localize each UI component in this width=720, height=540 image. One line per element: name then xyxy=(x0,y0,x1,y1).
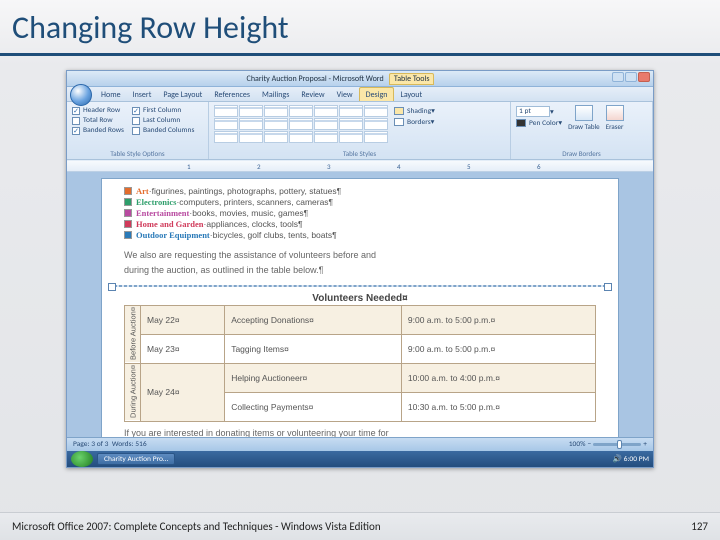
bullet-text: ·appliances, clocks, tools¶ xyxy=(204,219,303,229)
bullet-line: Outdoor Equipment·bicycles, golf clubs, … xyxy=(124,230,596,240)
table-cell[interactable]: Helping Auctioneer¤ xyxy=(225,363,402,392)
table-title: Volunteers Needed¤ xyxy=(124,293,596,304)
tab-insert[interactable]: Insert xyxy=(127,88,158,101)
bullet-icon xyxy=(124,220,132,228)
horizontal-ruler[interactable]: 123456 xyxy=(67,160,653,172)
table-cell[interactable]: 10:00 a.m. to 4:00 p.m.¤ xyxy=(401,363,595,392)
eraser-button[interactable]: Eraser xyxy=(606,105,624,131)
status-words: Words: 516 xyxy=(112,440,147,449)
chk-first-column[interactable]: ✓First Column xyxy=(132,106,194,115)
table-cell[interactable]: 9:00 a.m. to 5:00 p.m.¤ xyxy=(401,334,595,363)
paint-bucket-icon xyxy=(394,107,404,115)
page: Art·figurines, paintings, photographs, p… xyxy=(101,178,619,454)
slide-number: 127 xyxy=(691,520,708,533)
table-cell[interactable]: Tagging Items¤ xyxy=(225,334,402,363)
taskbar: Charity Auction Pro… 🔊 6:00 PM xyxy=(67,451,653,467)
table-cell[interactable]: Collecting Payments¤ xyxy=(225,392,402,421)
word-window: Charity Auction Proposal - Microsoft Wor… xyxy=(66,70,654,468)
title-bar: Charity Auction Proposal - Microsoft Wor… xyxy=(67,71,653,87)
chk-total-row[interactable]: Total Row xyxy=(72,116,124,125)
tab-layout[interactable]: Layout xyxy=(394,88,428,101)
body-text: We also are requesting the assistance of… xyxy=(124,248,596,279)
chk-header-row[interactable]: ✓Header Row xyxy=(72,106,124,115)
window-title: Charity Auction Proposal - Microsoft Wor… xyxy=(247,74,384,84)
slide-footer: Microsoft Office 2007: Complete Concepts… xyxy=(0,512,720,540)
row-group-before: Before Auction¤ xyxy=(125,305,141,363)
bullet-icon xyxy=(124,187,132,195)
ribbon-tabs: Home Insert Page Layout References Maili… xyxy=(67,87,653,102)
office-button[interactable] xyxy=(70,84,92,106)
group-label: Draw Borders xyxy=(516,149,647,158)
draw-table-button[interactable]: Draw Table xyxy=(568,105,599,131)
bullet-category: Home and Garden xyxy=(136,219,204,229)
borders-button[interactable]: Borders ▾ xyxy=(394,117,435,127)
pen-color[interactable]: Pen Color ▾ xyxy=(516,118,562,128)
bullet-icon xyxy=(124,209,132,217)
group-label: Table Style Options xyxy=(72,149,203,158)
bullet-line: Electronics·computers, printers, scanner… xyxy=(124,197,596,207)
volunteers-table[interactable]: Before Auction¤ May 22¤ Accepting Donati… xyxy=(124,305,596,422)
zoom-control[interactable]: 100% −+ xyxy=(569,440,647,449)
tab-review[interactable]: Review xyxy=(295,88,330,101)
table-styles-gallery[interactable] xyxy=(214,105,388,143)
start-button[interactable] xyxy=(71,451,93,467)
status-bar: Page: 3 of 3 Words: 516 100% −+ xyxy=(67,437,653,451)
contextual-tab-label: Table Tools xyxy=(389,73,435,85)
table-cell[interactable]: May 24¤ xyxy=(141,363,225,421)
borders-icon xyxy=(394,118,404,126)
bullet-line: Art·figurines, paintings, photographs, p… xyxy=(124,186,596,196)
footer-text: Microsoft Office 2007: Complete Concepts… xyxy=(12,520,381,533)
bullet-icon xyxy=(124,198,132,206)
ribbon: ✓Header Row Total Row ✓Banded Rows ✓Firs… xyxy=(67,102,653,160)
draw-table-icon xyxy=(575,105,593,121)
group-label: Table Styles xyxy=(214,149,505,158)
zoom-value: 100% xyxy=(569,440,586,449)
bullet-category: Electronics xyxy=(136,197,176,207)
bullet-text: ·figurines, paintings, photographs, pott… xyxy=(149,186,341,196)
chk-banded-columns[interactable]: Banded Columns xyxy=(132,126,194,135)
table-cell[interactable]: 9:00 a.m. to 5:00 p.m.¤ xyxy=(401,305,595,334)
table-cell[interactable]: Accepting Donations¤ xyxy=(225,305,402,334)
tab-page-layout[interactable]: Page Layout xyxy=(157,88,208,101)
bullet-text: ·books, movies, music, games¶ xyxy=(189,208,308,218)
tab-design[interactable]: Design xyxy=(359,87,395,101)
chk-last-column[interactable]: Last Column xyxy=(132,116,194,125)
shading-button[interactable]: Shading ▾ xyxy=(394,106,435,116)
slide-title: Changing Row Height xyxy=(0,0,720,56)
chk-banded-rows[interactable]: ✓Banded Rows xyxy=(72,126,124,135)
group-draw-borders: 1 pt ▾ Pen Color ▾ Draw Table Eraser Dra… xyxy=(511,102,653,159)
bullet-category: Art xyxy=(136,186,149,196)
table-cell[interactable]: May 23¤ xyxy=(141,334,225,363)
row-group-during: During Auction¤ xyxy=(125,363,141,421)
table-cell[interactable]: May 22¤ xyxy=(141,305,225,334)
bullet-icon xyxy=(124,231,132,239)
bullet-category: Entertainment xyxy=(136,208,189,218)
group-table-style-options: ✓Header Row Total Row ✓Banded Rows ✓Firs… xyxy=(67,102,209,159)
window-controls[interactable] xyxy=(611,72,650,85)
status-page: Page: 3 of 3 xyxy=(73,440,108,449)
bullet-line: Home and Garden·appliances, clocks, tool… xyxy=(124,219,596,229)
tab-mailings[interactable]: Mailings xyxy=(256,88,295,101)
taskbar-item[interactable]: Charity Auction Pro… xyxy=(97,453,175,465)
system-clock: 🔊 6:00 PM xyxy=(613,454,649,464)
group-table-styles: Shading ▾ Borders ▾ Table Styles xyxy=(209,102,511,159)
tab-view[interactable]: View xyxy=(331,88,359,101)
tab-references[interactable]: References xyxy=(208,88,256,101)
bullet-category: Outdoor Equipment xyxy=(136,230,210,240)
eraser-icon xyxy=(606,105,624,121)
bullet-text: ·computers, printers, scanners, cameras¶ xyxy=(176,197,333,207)
document-area[interactable]: Art·figurines, paintings, photographs, p… xyxy=(67,172,653,454)
tab-home[interactable]: Home xyxy=(95,88,127,101)
pen-weight[interactable]: 1 pt ▾ xyxy=(516,106,562,117)
bullet-text: ·bicycles, golf clubs, tents, boats¶ xyxy=(210,230,337,240)
bullet-line: Entertainment·books, movies, music, game… xyxy=(124,208,596,218)
row-resize-guide[interactable] xyxy=(114,285,606,287)
table-cell[interactable]: 10:30 a.m. to 5:00 p.m.¤ xyxy=(401,392,595,421)
pen-icon xyxy=(516,119,526,127)
